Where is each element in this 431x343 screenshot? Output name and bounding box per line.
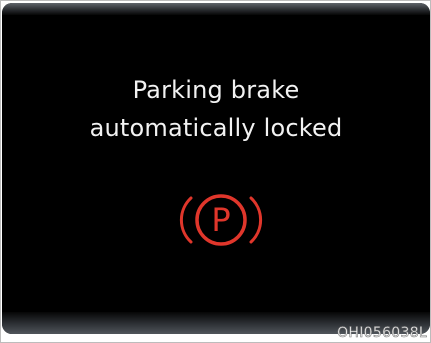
figure-code: OHI056038L [337, 325, 427, 342]
cluster-screen: Parking brake automatically locked P [2, 3, 430, 334]
screen-top-bezel [2, 3, 430, 15]
parking-brake-icon: P [179, 194, 263, 246]
cluster-display-frame: Parking brake automatically locked P OHI… [0, 0, 431, 343]
message-line-1: Parking brake [132, 76, 300, 104]
warning-message: Parking brake automatically locked [2, 71, 430, 147]
message-line-2: automatically locked [89, 114, 343, 142]
parking-brake-letter: P [211, 201, 230, 239]
